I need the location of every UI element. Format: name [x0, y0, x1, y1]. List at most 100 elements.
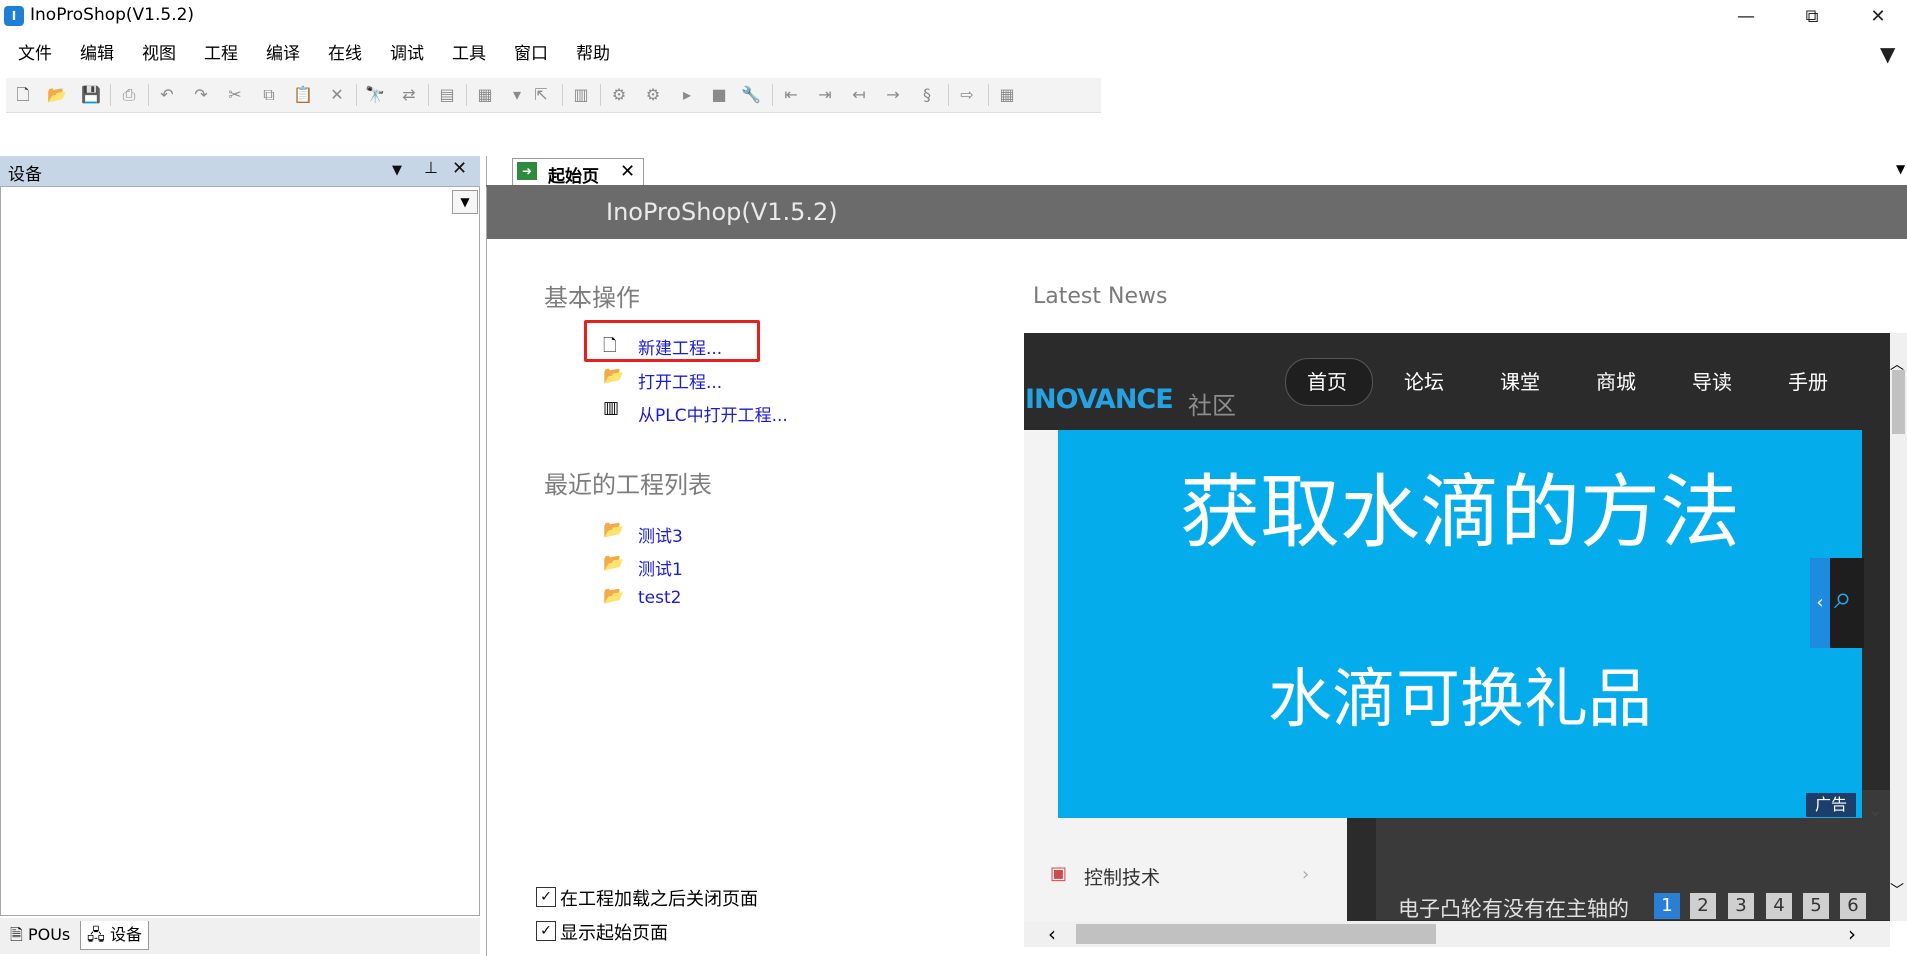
close-after-load-checkbox[interactable]: ✓ — [536, 887, 556, 907]
replace-icon[interactable]: ⇄ — [398, 84, 420, 106]
reset-icon[interactable]: 🔧 — [740, 84, 762, 106]
find-icon[interactable]: 🔭 — [364, 84, 386, 106]
nav-home[interactable]: 首页 — [1307, 360, 1347, 404]
minimize-button[interactable]: — — [1718, 0, 1774, 34]
recent-projects-heading: 最近的工程列表 — [544, 471, 712, 499]
menu-online[interactable]: 在线 — [312, 40, 374, 68]
page-indicator[interactable]: 4 — [1766, 893, 1792, 919]
tab-list-dropdown-icon[interactable]: ▼ — [1896, 162, 1905, 176]
ad-scroll-down-icon[interactable]: ⌄ — [1868, 800, 1883, 821]
build-icon[interactable]: ▦ — [474, 84, 496, 106]
search-icon[interactable]: ⌕ — [1834, 578, 1852, 617]
start-page-title: InoProShop(V1.5.2) — [606, 198, 838, 226]
tab-pous[interactable]: 🗎 POUs — [4, 921, 76, 949]
recent-project-link[interactable]: test2 — [638, 588, 681, 608]
filter-icon[interactable]: ▼ — [1880, 42, 1895, 66]
ad-badge: 广告 — [1806, 793, 1856, 817]
copy-icon[interactable]: ⧉ — [258, 84, 280, 106]
open-from-plc-link[interactable]: 从PLC中打开工程... — [638, 401, 788, 426]
scroll-up-icon[interactable]: ︿ — [1890, 354, 1904, 374]
category-item[interactable]: 控制技术 — [1084, 863, 1160, 890]
menu-tools[interactable]: 工具 — [436, 40, 498, 68]
show-start-page-checkbox[interactable]: ✓ — [536, 921, 556, 941]
page-indicator[interactable]: 6 — [1840, 893, 1866, 919]
recent-project-link[interactable]: 测试1 — [638, 555, 683, 580]
news-caption[interactable]: 电子凸轮有没有在主轴的 — [1398, 893, 1629, 923]
new-project-icon: 🗋 — [603, 336, 617, 356]
vertical-scroll-thumb[interactable] — [1892, 370, 1905, 434]
menu-edit[interactable]: 编辑 — [64, 40, 126, 68]
undo-icon[interactable]: ↶ — [156, 84, 178, 106]
scroll-right-icon[interactable]: › — [1848, 922, 1856, 946]
device-panel-title: 设备 — [8, 165, 42, 185]
monitor-icon[interactable]: ▦ — [996, 84, 1018, 106]
page-indicator[interactable]: 2 — [1690, 893, 1716, 919]
panel-dropdown-icon[interactable]: ▼ — [392, 163, 402, 178]
left-panel-tabs: 🗎 POUs 🖧 设备 — [0, 918, 480, 954]
horizontal-scroll-thumb[interactable] — [1076, 924, 1436, 944]
page-indicator[interactable]: 1 — [1654, 893, 1680, 919]
ad-headline: 获取水滴的方法 — [1180, 466, 1740, 559]
redo-icon[interactable]: ↷ — [190, 84, 212, 106]
tab-close-icon[interactable]: ✕ — [620, 161, 635, 182]
folder-icon: 📂 — [603, 520, 625, 540]
chevron-left-icon[interactable]: ‹ — [1810, 558, 1830, 648]
recent-project-link[interactable]: 测试3 — [638, 522, 683, 547]
pin-icon[interactable]: ⊥ — [424, 158, 438, 177]
device-panel — [0, 156, 480, 916]
logout-icon[interactable]: ⚙ — [642, 84, 664, 106]
show-start-page-label: 显示起始页面 — [560, 923, 668, 944]
menu-window[interactable]: 窗口 — [498, 40, 560, 68]
chevron-right-icon: › — [1302, 864, 1310, 885]
panel-close-icon[interactable]: ✕ — [452, 158, 467, 179]
restore-button[interactable]: ⧉ — [1784, 0, 1840, 34]
menu-help[interactable]: 帮助 — [560, 40, 622, 68]
menu-view[interactable]: 视图 — [126, 40, 188, 68]
run-to-cursor-icon[interactable]: → — [882, 84, 904, 106]
toolbar: 🗋 📂 💾 ⎙ ↶ ↷ ✂ ⧉ 📋 ✕ 🔭 ⇄ ▤ ▦ ▾ ⇱ ▥ ⚙ ⚙ ▸ … — [6, 78, 1101, 113]
step-over-icon[interactable]: ⇤ — [780, 84, 802, 106]
menu-build[interactable]: 编译 — [250, 40, 312, 68]
page-indicator[interactable]: 3 — [1728, 893, 1754, 919]
save-icon[interactable]: 💾 — [80, 84, 102, 106]
basic-ops-heading: 基本操作 — [544, 284, 640, 312]
breakpoint-icon[interactable]: § — [916, 84, 938, 106]
page-indicator[interactable]: 5 — [1803, 893, 1829, 919]
cut-icon[interactable]: ✂ — [224, 84, 246, 106]
ad-subline: 水滴可换礼品 — [1268, 663, 1652, 737]
tab-devices[interactable]: 🖧 设备 — [80, 921, 149, 950]
nav-manual[interactable]: 手册 — [1788, 360, 1828, 404]
step-out-icon[interactable]: ↤ — [848, 84, 870, 106]
scroll-left-icon[interactable]: ‹ — [1048, 922, 1056, 946]
paste-icon[interactable]: 📋 — [292, 84, 314, 106]
menu-project[interactable]: 工程 — [188, 40, 250, 68]
community-logo-text: 社区 — [1188, 392, 1236, 420]
delete-icon[interactable]: ✕ — [326, 84, 348, 106]
export-icon[interactable]: ⇱ — [530, 84, 552, 106]
title-bar — [0, 0, 1907, 34]
start-icon[interactable]: ▸ — [676, 84, 698, 106]
open-project-link[interactable]: 打开工程... — [638, 368, 722, 393]
open-folder-icon[interactable]: 📂 — [46, 84, 68, 106]
start-page-icon: ➜ — [517, 162, 537, 180]
new-project-link[interactable]: 新建工程... — [638, 334, 722, 359]
menu-file[interactable]: 文件 — [0, 40, 64, 68]
step-into-icon[interactable]: ⇥ — [814, 84, 836, 106]
nav-guide[interactable]: 导读 — [1692, 360, 1732, 404]
print-icon[interactable]: ⎙ — [118, 84, 140, 106]
login-icon[interactable]: ⚙ — [608, 84, 630, 106]
write-values-icon[interactable]: ⇨ — [956, 84, 978, 106]
tab-start-page-label: 起始页 — [548, 167, 599, 187]
compile-icon[interactable]: ▥ — [570, 84, 592, 106]
device-tree-dropdown[interactable]: ▼ — [452, 190, 478, 214]
menu-debug[interactable]: 调试 — [374, 40, 436, 68]
nav-mall[interactable]: 商城 — [1596, 360, 1636, 404]
close-button[interactable]: ✕ — [1850, 0, 1906, 34]
nav-forum[interactable]: 论坛 — [1404, 360, 1444, 404]
new-file-icon[interactable]: 🗋 — [12, 84, 34, 106]
build-dropdown-icon[interactable]: ▾ — [506, 84, 528, 106]
scroll-down-icon[interactable]: ﹀ — [1890, 880, 1904, 900]
nav-class[interactable]: 课堂 — [1500, 360, 1540, 404]
device-icon[interactable]: ▤ — [436, 84, 458, 106]
stop-icon[interactable]: ■ — [708, 84, 730, 106]
